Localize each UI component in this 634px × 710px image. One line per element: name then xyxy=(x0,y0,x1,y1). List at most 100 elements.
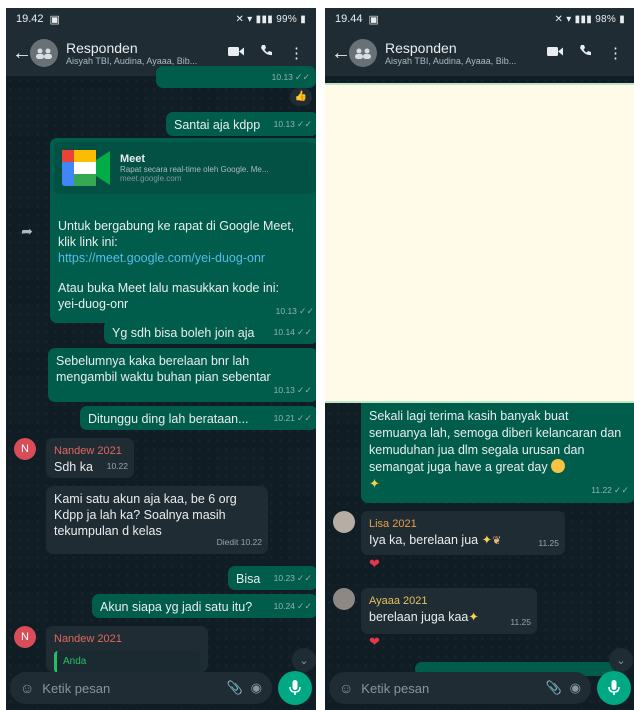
chevron-down-icon: ⌄ xyxy=(299,654,309,667)
back-arrow-icon[interactable]: ← xyxy=(331,42,351,65)
video-call-icon[interactable] xyxy=(547,44,563,62)
quoted-message[interactable]: Anda xyxy=(54,651,200,672)
read-tick-icon: ✓✓ xyxy=(296,601,312,611)
message-outgoing: Sebelumnya kaka berelaan bnr lah mengamb… xyxy=(48,348,316,402)
status-bar: 19.44 ▣ ✕ ▾ ▮▮▮ 98% ▮ xyxy=(325,8,634,30)
group-avatar[interactable] xyxy=(349,39,377,67)
message-incoming: Lisa 2021 Iya ka, berelaan jua ✦❦ 11.25 xyxy=(361,511,565,555)
status-bar: 19.42 ▣ ✕ ▾ ▮▮▮ 99% ▮ xyxy=(6,8,316,30)
link-preview[interactable]: Meet Rapat secara real-time oleh Google.… xyxy=(54,142,316,194)
left-phone-screen: 19.42 ▣ ✕ ▾ ▮▮▮ 99% ▮ ← Responden Aisyah … xyxy=(6,8,316,710)
camera-icon[interactable]: ◉ xyxy=(570,680,581,696)
emoji-icon[interactable]: ☺ xyxy=(20,680,34,696)
scroll-down-button[interactable]: ⌄ xyxy=(609,648,633,672)
message-time: 10.21 xyxy=(273,413,295,423)
message-incoming: Nandew 2021 Anda xyxy=(46,626,208,672)
message-input[interactable]: Ketik pesan xyxy=(361,681,537,696)
message-text: Sebelumnya kaka berelaan bnr lah mengamb… xyxy=(56,354,271,384)
message-text: Sdh ka xyxy=(54,460,93,474)
battery-icon: ▮ xyxy=(297,13,306,25)
group-name: Responden xyxy=(385,40,457,56)
sender-name: Lisa 2021 xyxy=(369,518,417,530)
read-tick-icon: ✓✓ xyxy=(294,72,310,82)
battery-level: 98% xyxy=(595,13,617,25)
meet-url-link[interactable]: https://meet.google.com/yei-duog-onr xyxy=(58,250,313,266)
message-text: Untuk bergabung ke rapat di Google Meet,… xyxy=(58,219,295,249)
sender-avatar[interactable] xyxy=(333,511,355,533)
sender-avatar[interactable]: N xyxy=(14,438,36,460)
google-meet-logo-icon xyxy=(60,146,112,190)
right-phone-screen: 19.44 ▣ ✕ ▾ ▮▮▮ 98% ▮ ← Responden Aisyah … xyxy=(325,8,634,710)
message-text: Kami satu akun aja kaa, be 6 org Kdpp ja… xyxy=(54,492,237,538)
quoted-sender: Anda xyxy=(63,656,87,667)
sparkles-emoji-icon: ✦ xyxy=(468,610,479,624)
message-outgoing: Akun siapa yg jadi satu itu? 10.24 ✓✓ xyxy=(92,594,316,618)
sender-name: Ayaaa 2021 xyxy=(369,595,428,607)
signal-icons: ✕ ▾ ▮▮▮ xyxy=(554,13,596,25)
group-avatar[interactable] xyxy=(30,39,58,67)
sender-avatar[interactable]: N xyxy=(14,626,36,648)
group-info[interactable]: Responden Aisyah TBI, Audina, Ayaaa, Bib… xyxy=(66,40,228,66)
preview-url: meet.google.com xyxy=(120,174,182,183)
message-input-bar[interactable]: ☺ Ketik pesan 📎 ◉ xyxy=(329,672,591,704)
message-time: 10.13 xyxy=(273,385,295,395)
battery-icon: ▮ xyxy=(616,13,625,25)
group-name: Responden xyxy=(66,40,138,56)
forward-icon[interactable]: ➦ xyxy=(16,220,38,242)
message-time: 10.13 xyxy=(275,306,297,316)
sender-name: Nandew 2021 xyxy=(54,445,122,457)
emoji-icon[interactable]: ☺ xyxy=(339,680,353,696)
message-time: 10.14 xyxy=(273,327,295,337)
video-call-icon[interactable] xyxy=(228,44,244,62)
message-incoming: Ayaaa 2021 berelaan juga kaa✦ 11.25 xyxy=(361,588,537,634)
read-tick-icon: ✓✓ xyxy=(296,413,312,423)
image-notification-icon: ▣ xyxy=(368,13,379,26)
read-tick-icon: ✓✓ xyxy=(296,573,312,583)
mic-icon xyxy=(608,680,620,695)
camera-icon[interactable]: ◉ xyxy=(251,680,262,696)
message-outgoing: Bisa 10.23 ✓✓ xyxy=(228,566,316,590)
mic-button[interactable] xyxy=(278,671,312,705)
group-members: Aisyah TBI, Audina, Ayaaa, Bib... xyxy=(66,56,198,66)
message-time: 11.25 xyxy=(538,538,559,548)
message-outgoing: Santai aja kdpp 10.13 ✓✓ xyxy=(166,112,316,136)
redacted-overlay xyxy=(325,83,634,403)
sender-avatar[interactable] xyxy=(333,588,355,610)
message-time: Diedit 10.22 xyxy=(216,537,262,547)
hands-emoji-icon: ❦ xyxy=(492,535,502,547)
sparkles-emoji-icon: ✦ xyxy=(481,533,493,547)
message-input-bar[interactable]: ☺ Ketik pesan 📎 ◉ xyxy=(10,672,272,704)
message-text: Ditunggu ding lah berataan... xyxy=(88,412,249,426)
message-incoming: Nandew 2021 Sdh ka 10.22 xyxy=(46,438,134,478)
message-input[interactable]: Ketik pesan xyxy=(42,681,218,696)
voice-call-icon[interactable] xyxy=(579,44,592,62)
status-time: 19.42 xyxy=(16,13,44,25)
message-text: Yg sdh bisa boleh join aja xyxy=(112,326,255,340)
read-tick-icon: ✓✓ xyxy=(296,327,312,337)
meet-link-message[interactable]: Meet Rapat secara real-time oleh Google.… xyxy=(50,138,316,323)
more-menu-icon[interactable]: ⋮ xyxy=(608,44,623,62)
back-arrow-icon[interactable]: ← xyxy=(12,42,32,65)
heart-reaction-icon: ❤ xyxy=(369,634,380,649)
read-tick-icon: ✓✓ xyxy=(298,306,314,316)
message-outgoing: Yg sdh bisa boleh join aja 10.14 ✓✓ xyxy=(104,320,316,344)
more-menu-icon[interactable]: ⋮ xyxy=(289,44,304,62)
signal-icons: ✕ ▾ ▮▮▮ xyxy=(235,13,277,25)
voice-call-icon[interactable] xyxy=(260,44,273,62)
group-info[interactable]: Responden Aisyah TBI, Audina, Ayaaa, Bib… xyxy=(385,40,547,66)
message-partial: 10.13 ✓✓ xyxy=(156,66,316,88)
message-time: 10.23 xyxy=(273,573,295,583)
sender-name: Nandew 2021 xyxy=(54,633,122,645)
battery-level: 99% xyxy=(276,13,298,25)
mic-button[interactable] xyxy=(597,671,631,705)
message-outgoing: Sekali lagi terima kasih banyak buat sem… xyxy=(361,403,634,503)
mic-icon xyxy=(289,680,301,695)
read-tick-icon: ✓✓ xyxy=(296,119,312,129)
message-text: Bisa xyxy=(236,572,261,586)
message-time: 11.22 xyxy=(591,485,612,495)
message-time: 10.13 xyxy=(273,119,295,129)
attach-icon[interactable]: 📎 xyxy=(226,680,242,696)
message-time: 11.25 xyxy=(510,617,531,627)
scroll-down-button[interactable]: ⌄ xyxy=(292,648,316,672)
attach-icon[interactable]: 📎 xyxy=(545,680,561,696)
